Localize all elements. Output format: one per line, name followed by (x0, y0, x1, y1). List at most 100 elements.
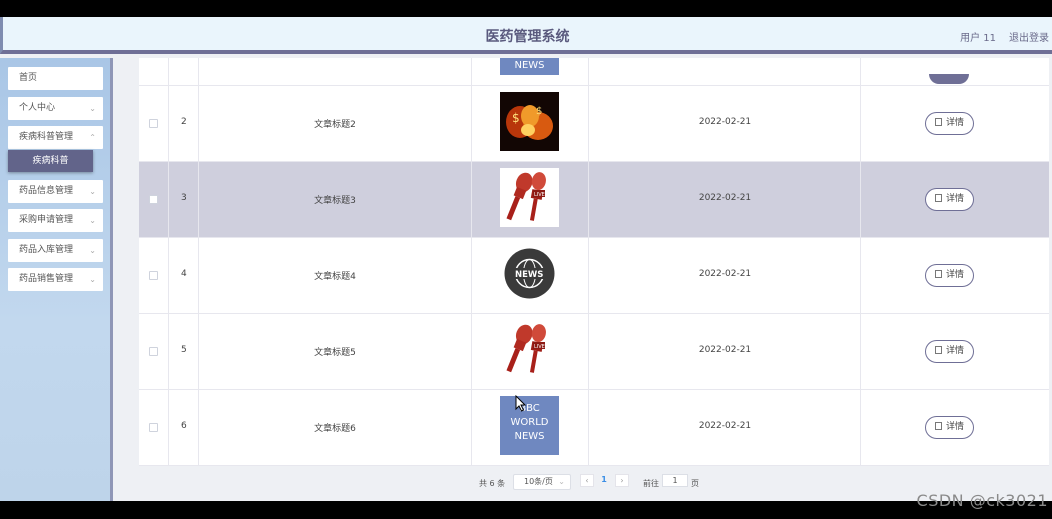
microphones-image: LIVE (500, 168, 559, 227)
detail-button-label: 详情 (945, 422, 964, 432)
detail-button[interactable]: 详情 (925, 112, 974, 135)
row-checkbox[interactable] (149, 423, 158, 432)
publish-date: 2022-02-21 (698, 345, 752, 355)
goto-page-input[interactable]: 1 (662, 474, 688, 487)
top-header: 医药管理系统 用户 11 退出登录 (0, 17, 1052, 54)
article-title: 文章标题6 (314, 424, 356, 434)
sidebar-item-disease-science[interactable]: 疾病科普管理 ⌃ (8, 126, 103, 149)
screen-frame: 医药管理系统 用户 11 退出登录 首页 个人中心 ⌄ 疾病科普管理 ⌃ 疾病科普 … (0, 0, 1052, 519)
next-page-button[interactable]: › (615, 474, 629, 487)
article-title: 文章标题5 (314, 348, 356, 358)
document-icon (934, 346, 942, 354)
sidebar-subitem-disease-science[interactable]: 疾病科普 (8, 150, 93, 172)
row-index: 3 (181, 193, 187, 203)
sidebar-item-label: 药品入库管理 (19, 245, 74, 255)
article-title: 文章标题3 (314, 196, 356, 206)
table-row: 5 文章标题5 LIVE 2022-02-21 详情 (139, 314, 1049, 390)
article-title: 文章标题4 (314, 272, 356, 282)
publish-date: 2022-02-21 (698, 193, 752, 203)
pagination-total: 共 6 条 (479, 479, 506, 488)
sidebar-item-drug-info[interactable]: 药品信息管理 ⌄ (8, 180, 103, 203)
sidebar-item-label: 首页 (19, 73, 38, 83)
logout-link[interactable]: 退出登录 (1009, 29, 1049, 44)
sidebar-item-purchase[interactable]: 采购申请管理 ⌄ (8, 209, 103, 232)
sidebar: 首页 个人中心 ⌄ 疾病科普管理 ⌃ 疾病科普 药品信息管理 ⌄ 采购申请管理 ⌄ 药品… (0, 58, 113, 501)
sidebar-divider (110, 58, 113, 501)
detail-button[interactable]: 详情 (925, 416, 974, 439)
chevron-down-icon: ⌄ (558, 477, 565, 486)
sidebar-item-stock-in[interactable]: 药品入库管理 ⌄ (8, 239, 103, 262)
chevron-up-icon: ⌃ (89, 133, 96, 142)
document-icon (934, 118, 942, 126)
svg-text:NEWS: NEWS (515, 270, 543, 280)
document-icon (934, 194, 942, 202)
publish-date: 2022-02-21 (698, 269, 752, 279)
table-row-selected: 3 文章标题3 LIVE 2022-02-21 详情 (139, 162, 1049, 238)
table-row: 4 文章标题4 NEWS 2022-02-21 详情 (139, 238, 1049, 314)
sidebar-item-label: 采购申请管理 (19, 215, 74, 225)
row-checkbox[interactable] (149, 119, 158, 128)
sidebar-item-label: 药品信息管理 (19, 186, 74, 196)
page-size-select[interactable]: 10条/页 ⌄ (513, 474, 571, 490)
article-table: NEWS 2 文章标题2 $ $ 2022-02-21 详情 3 文章标题3 L… (139, 58, 1049, 466)
publish-date: 2022-02-21 (698, 117, 752, 127)
table-row: 2 文章标题2 $ $ 2022-02-21 详情 (139, 86, 1049, 162)
detail-button-label: 详情 (945, 118, 964, 128)
bbc-world-news-image: BBC WORLD NEWS (500, 396, 559, 455)
thumbnail-text: BBC (519, 403, 540, 414)
sidebar-item-label: 疾病科普管理 (19, 132, 74, 142)
goto-label: 前往 (643, 479, 659, 488)
sidebar-item-label: 个人中心 (19, 103, 56, 113)
page-size-value: 10条/页 (524, 477, 553, 486)
detail-button-label: 详情 (945, 194, 964, 204)
svg-text:LIVE: LIVE (534, 192, 545, 198)
svg-text:$: $ (512, 111, 520, 125)
fire-image: $ $ (500, 92, 559, 151)
svg-text:$: $ (536, 106, 542, 117)
chevron-down-icon: ⌄ (89, 275, 96, 284)
current-user: 用户 11 (960, 33, 996, 44)
row-index: 6 (181, 421, 187, 431)
detail-button[interactable]: 详情 (925, 264, 974, 287)
row-index: 4 (181, 269, 187, 279)
chevron-down-icon: ⌄ (89, 104, 96, 113)
app-window: 医药管理系统 用户 11 退出登录 首页 个人中心 ⌄ 疾病科普管理 ⌃ 疾病科普 … (0, 17, 1052, 501)
publish-date: 2022-02-21 (698, 421, 752, 431)
article-title: 文章标题2 (314, 120, 356, 130)
row-index: 2 (181, 117, 187, 127)
article-thumbnail: NEWS (500, 58, 559, 75)
sidebar-item-profile[interactable]: 个人中心 ⌄ (8, 97, 103, 120)
app-title: 医药管理系统 (485, 29, 570, 45)
chevron-down-icon: ⌄ (89, 246, 96, 255)
row-checkbox[interactable] (149, 195, 158, 204)
table-row-partial: NEWS (139, 58, 1049, 86)
pagination: 共 6 条 10条/页 ⌄ ‹ 1 › 前往 1 页 (114, 472, 1052, 492)
current-page[interactable]: 1 (597, 474, 611, 487)
microphones-image: LIVE (500, 320, 559, 379)
table-row: 6 文章标题6 BBC WORLD NEWS 2022-02-21 详情 (139, 390, 1049, 466)
sidebar-item-sales[interactable]: 药品销售管理 ⌄ (8, 268, 103, 291)
sidebar-item-label: 药品销售管理 (19, 274, 74, 284)
chevron-down-icon: ⌄ (89, 187, 96, 196)
mouse-cursor-icon (515, 395, 527, 412)
watermark: CSDN @ck3021 (916, 491, 1048, 510)
page-label: 页 (691, 479, 699, 488)
row-checkbox[interactable] (149, 271, 158, 280)
sidebar-item-home[interactable]: 首页 (8, 67, 103, 90)
thumbnail-text: NEWS (514, 431, 545, 442)
detail-button-label: 详情 (945, 270, 964, 280)
svg-text:LIVE: LIVE (534, 344, 545, 350)
detail-button[interactable]: 详情 (925, 340, 974, 363)
thumbnail-text: NEWS (514, 60, 545, 71)
main-content: NEWS 2 文章标题2 $ $ 2022-02-21 详情 3 文章标题3 L… (114, 58, 1052, 501)
row-index: 5 (181, 345, 187, 355)
row-checkbox[interactable] (149, 347, 158, 356)
document-icon (934, 422, 942, 430)
document-icon (934, 270, 942, 278)
detail-button[interactable]: 详情 (925, 188, 974, 211)
detail-button-label: 详情 (945, 346, 964, 356)
chevron-down-icon: ⌄ (89, 216, 96, 225)
thumbnail-text: WORLD (510, 417, 549, 428)
prev-page-button[interactable]: ‹ (580, 474, 594, 487)
news-globe-image: NEWS (500, 244, 559, 303)
